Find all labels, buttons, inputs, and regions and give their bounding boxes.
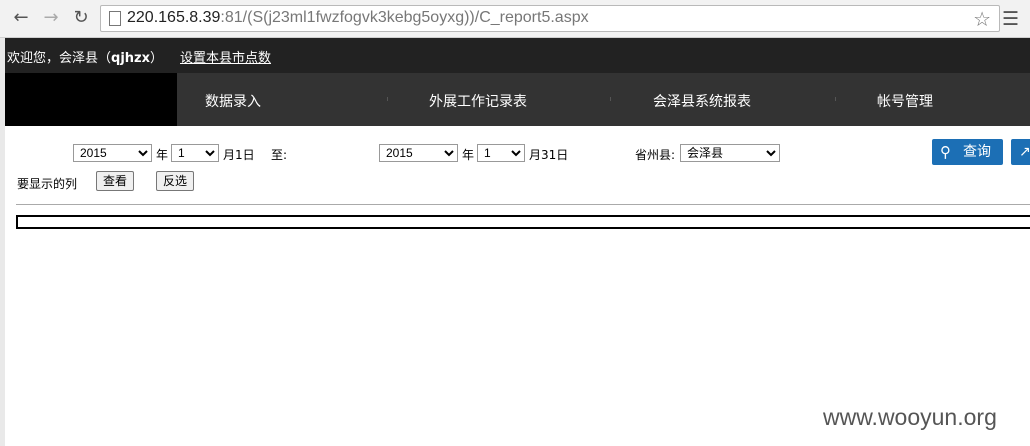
page-content: 欢迎您，会泽县（qjhzx） 设置本县市点数 数据录入 外展工作记录表 会泽县系…	[5, 38, 1030, 446]
settings-link[interactable]: 设置本县市点数	[180, 47, 271, 66]
welcome-text: 欢迎您，会泽县（qjhzx）	[7, 51, 163, 66]
logo-area	[5, 73, 177, 126]
end-month-select[interactable]: 1	[477, 144, 525, 162]
end-year-select[interactable]: 2015	[379, 144, 458, 162]
search-icon: ⚲	[940, 143, 951, 161]
main-nav: 数据录入 外展工作记录表 会泽县系统报表 帐号管理	[5, 73, 1030, 126]
url-text: 220.165.8.39:81/(S(j23ml1fwzfogvk3kebg5o…	[127, 9, 589, 26]
divider	[16, 204, 1030, 205]
year-label: 年	[156, 148, 169, 162]
back-arrow-icon[interactable]: ←	[10, 7, 32, 29]
invert-selection-button[interactable]: 反选	[156, 171, 195, 191]
start-month-select[interactable]: 1	[171, 144, 219, 162]
nav-item-outreach-log[interactable]: 外展工作记录表	[429, 91, 527, 111]
report-table	[16, 215, 1030, 229]
nav-divider	[610, 97, 611, 101]
nav-item-county-reports[interactable]: 会泽县系统报表	[653, 91, 751, 111]
nav-divider	[835, 97, 836, 101]
export-icon: ↗	[1019, 144, 1030, 160]
nav-divider	[387, 97, 388, 101]
export-button[interactable]: ↗	[1011, 139, 1030, 165]
address-bar[interactable]: 220.165.8.39:81/(S(j23ml1fwzfogvk3kebg5o…	[100, 5, 1000, 32]
columns-label: 要显示的列	[17, 177, 78, 191]
star-icon[interactable]: ☆	[973, 7, 991, 31]
nav-item-account-management[interactable]: 帐号管理	[877, 91, 933, 111]
to-label: 至:	[271, 148, 288, 162]
nav-item-data-entry[interactable]: 数据录入	[205, 91, 261, 111]
reload-icon[interactable]: ↻	[70, 7, 92, 29]
watermark: www.wooyun.org	[823, 404, 997, 430]
forward-arrow-icon[interactable]: →	[40, 7, 62, 29]
region-label: 省州县:	[635, 148, 676, 162]
year-label: 年	[462, 148, 475, 162]
browser-toolbar: ← → ↻ 220.165.8.39:81/(S(j23ml1fwzfogvk3…	[0, 0, 1030, 38]
start-day-label: 月1日	[223, 148, 255, 162]
view-button[interactable]: 查看	[96, 171, 135, 191]
username: qjhzx	[111, 51, 150, 66]
page-icon	[109, 11, 121, 26]
hamburger-menu-icon[interactable]: ☰	[1002, 8, 1019, 30]
welcome-bar: 欢迎您，会泽县（qjhzx） 设置本县市点数	[5, 38, 1030, 73]
region-select[interactable]: 会泽县	[680, 144, 780, 162]
query-button[interactable]: ⚲ 查询	[932, 139, 1003, 165]
start-year-select[interactable]: 2015	[73, 144, 152, 162]
end-day-label: 月31日	[529, 148, 569, 162]
